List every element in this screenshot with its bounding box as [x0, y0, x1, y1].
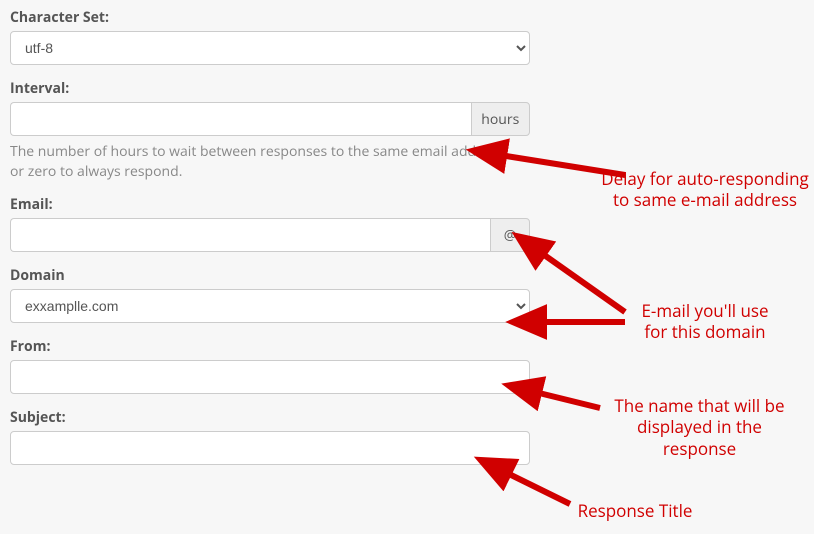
interval-input-group: hours	[10, 102, 530, 136]
email-label: Email:	[10, 195, 530, 214]
from-group: From:	[10, 337, 530, 394]
subject-group: Subject:	[10, 408, 530, 465]
interval-help-text: The number of hours to wait between resp…	[10, 142, 520, 181]
interval-group: Interval: hours The number of hours to w…	[10, 79, 530, 181]
annotation-name: The name that will bedisplayed in theres…	[592, 395, 807, 459]
interval-input[interactable]	[10, 102, 471, 136]
subject-input[interactable]	[10, 431, 530, 465]
autoresponder-form: Character Set: utf-8 Interval: hours The…	[10, 8, 530, 465]
email-group: Email: @	[10, 195, 530, 252]
from-input[interactable]	[10, 360, 530, 394]
email-addon-at: @	[490, 218, 530, 252]
annotation-delay: Delay for auto-respondingto same e-mail …	[595, 168, 814, 211]
annotation-title: Response Title	[555, 500, 715, 521]
subject-label: Subject:	[10, 408, 530, 427]
interval-label: Interval:	[10, 79, 530, 98]
domain-select[interactable]: exxamplle.com	[10, 289, 530, 323]
domain-label: Domain	[10, 266, 530, 285]
interval-addon-hours: hours	[471, 102, 530, 136]
charset-label: Character Set:	[10, 8, 530, 27]
domain-group: Domain exxamplle.com	[10, 266, 530, 323]
charset-group: Character Set: utf-8	[10, 8, 530, 65]
annotation-emailuse: E-mail you'll usefor this domain	[620, 300, 790, 343]
from-label: From:	[10, 337, 530, 356]
email-input[interactable]	[10, 218, 490, 252]
email-input-group: @	[10, 218, 530, 252]
charset-select[interactable]: utf-8	[10, 31, 530, 65]
